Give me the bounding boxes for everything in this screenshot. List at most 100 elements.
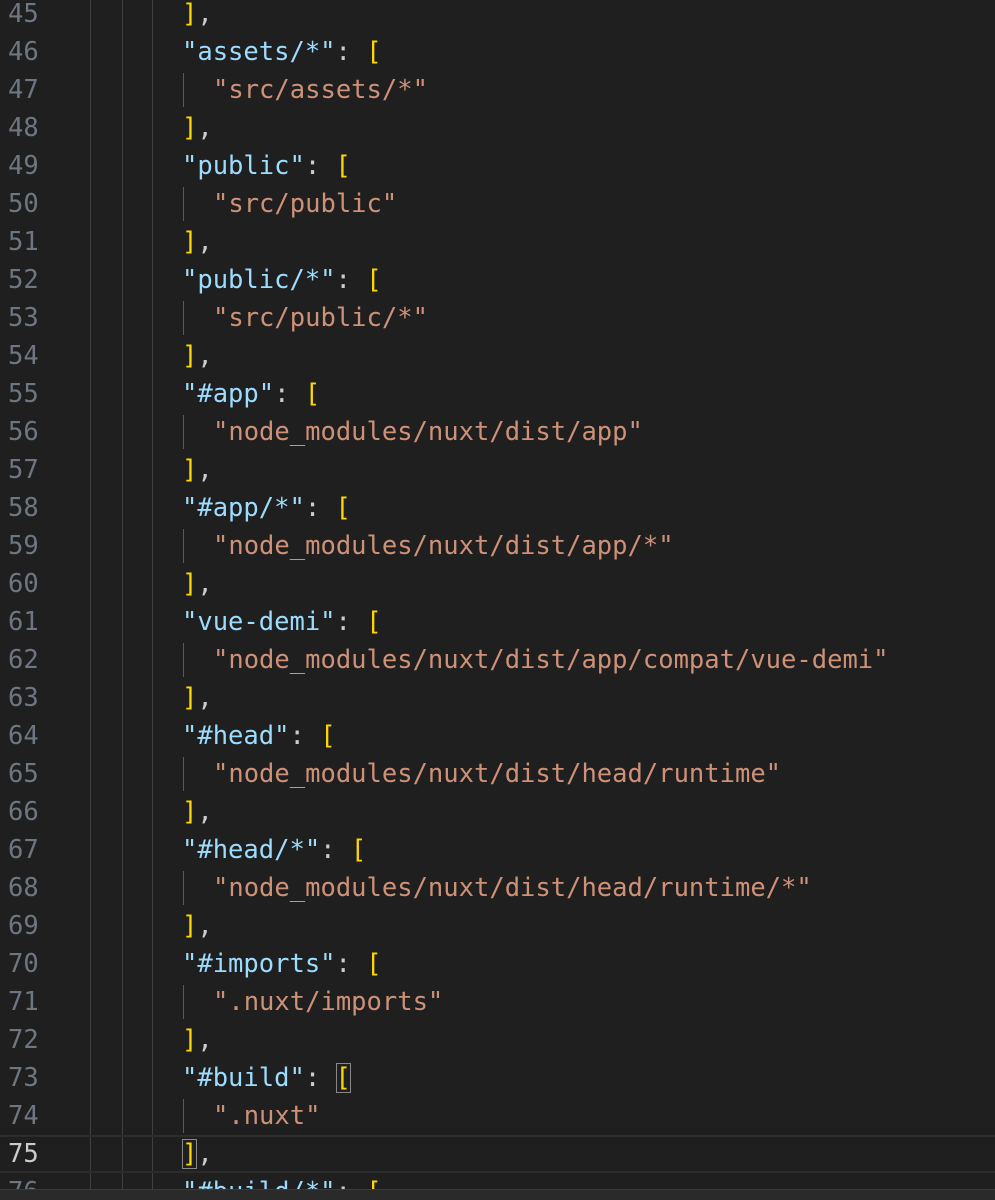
token-bracket: ]: [182, 1025, 198, 1055]
code-text: "node_modules/nuxt/dist/app/*": [213, 527, 674, 565]
line-number: 60: [8, 569, 39, 599]
line-number: 68: [8, 873, 39, 903]
token-punct: ,: [197, 0, 213, 29]
line-number: 69: [8, 911, 39, 941]
code-line[interactable]: 52 "public/*": [: [0, 261, 995, 299]
line-number: 61: [8, 607, 39, 637]
token-string: "node_modules/nuxt/dist/head/runtime/*": [213, 873, 812, 903]
token-punct: ,: [197, 911, 213, 941]
code-line[interactable]: 59 "node_modules/nuxt/dist/app/*": [0, 527, 995, 565]
indent-guide-inner: [183, 643, 184, 677]
token-bracket: [: [335, 151, 351, 181]
token-bracket: [: [304, 379, 321, 409]
line-number: 74: [8, 1101, 39, 1131]
line-number: 75: [8, 1139, 39, 1169]
line-number: 62: [8, 645, 39, 675]
code-line[interactable]: 58 "#app/*": [: [0, 489, 995, 527]
code-text: "#build": [: [182, 1059, 351, 1097]
code-line[interactable]: 66],: [0, 793, 995, 831]
line-number: 47: [8, 75, 39, 105]
code-text: "assets/*": [: [182, 33, 382, 71]
code-line[interactable]: 69],: [0, 907, 995, 945]
code-line[interactable]: 68 "node_modules/nuxt/dist/head/runtime/*…: [0, 869, 995, 907]
code-line[interactable]: 70 "#imports": [: [0, 945, 995, 983]
code-text: "#app": [: [182, 375, 320, 413]
code-line[interactable]: 65 "node_modules/nuxt/dist/head/runtime": [0, 755, 995, 793]
code-text: "public/*": [: [182, 261, 382, 299]
token-key: "#build": [182, 1063, 305, 1093]
token-punct: :: [335, 37, 367, 67]
code-line[interactable]: 45],: [0, 0, 995, 33]
code-line[interactable]: 71 ".nuxt/imports": [0, 983, 995, 1021]
line-number: 70: [8, 949, 39, 979]
code-text: ],: [182, 109, 213, 147]
line-number: 72: [8, 1025, 39, 1055]
code-line[interactable]: 54],: [0, 337, 995, 375]
code-text: ],: [182, 223, 213, 261]
token-string: ".nuxt": [213, 1101, 321, 1131]
code-line[interactable]: 47 "src/assets/*": [0, 71, 995, 109]
code-line[interactable]: 49 "public": [: [0, 147, 995, 185]
token-bracket: [: [366, 949, 382, 979]
line-number: 55: [8, 379, 39, 409]
indent-guide-inner: [183, 415, 184, 449]
code-line[interactable]: 60],: [0, 565, 995, 603]
code-text: "src/public": [213, 185, 397, 223]
indent-guide-inner: [183, 757, 184, 791]
line-number: 58: [8, 493, 39, 523]
token-punct: :: [289, 721, 321, 751]
token-bracket: ]: [182, 341, 198, 371]
token-bracket: ]: [182, 455, 198, 485]
code-line[interactable]: 56 "node_modules/nuxt/dist/app": [0, 413, 995, 451]
token-key: "#head/*": [182, 835, 321, 865]
token-bracket-match: [: [335, 1063, 351, 1093]
token-bracket: ]: [182, 113, 198, 143]
line-number: 66: [8, 797, 39, 827]
line-number: 51: [8, 227, 39, 257]
token-string: "node_modules/nuxt/dist/app/*": [213, 531, 674, 561]
code-line[interactable]: 67 "#head/*": [: [0, 831, 995, 869]
line-number: 54: [8, 341, 39, 371]
indent-guide-inner: [183, 529, 184, 563]
token-key: "#imports": [182, 949, 336, 979]
token-punct: ,: [197, 569, 213, 599]
code-line[interactable]: 75],: [0, 1135, 995, 1173]
code-line[interactable]: 74 ".nuxt": [0, 1097, 995, 1135]
token-bracket: ]: [182, 227, 198, 257]
token-punct: :: [304, 151, 336, 181]
token-key: "public": [182, 151, 305, 181]
code-line[interactable]: 51],: [0, 223, 995, 261]
token-key: "#head": [182, 721, 290, 751]
token-punct: :: [304, 1063, 336, 1093]
token-string: "src/assets/*": [213, 75, 428, 105]
indent-guide-inner: [183, 871, 184, 905]
code-line[interactable]: 48],: [0, 109, 995, 147]
token-punct: :: [335, 949, 367, 979]
token-punct: ,: [197, 227, 213, 257]
code-line[interactable]: 46 "assets/*": [: [0, 33, 995, 71]
code-line[interactable]: 57],: [0, 451, 995, 489]
token-punct: ,: [197, 683, 213, 713]
code-text: "vue-demi": [: [182, 603, 382, 641]
code-text: ],: [182, 1021, 213, 1059]
code-line[interactable]: 72],: [0, 1021, 995, 1059]
code-line[interactable]: 62 "node_modules/nuxt/dist/app/compat/vue…: [0, 641, 995, 679]
code-line[interactable]: 64 "#head": [: [0, 717, 995, 755]
token-key: "vue-demi": [182, 607, 336, 637]
code-line[interactable]: 50 "src/public": [0, 185, 995, 223]
line-number: 56: [8, 417, 39, 447]
code-text: "public": [: [182, 147, 351, 185]
code-text: "node_modules/nuxt/dist/head/runtime": [213, 755, 781, 793]
line-number: 53: [8, 303, 39, 333]
token-bracket: ]: [182, 0, 198, 29]
code-line[interactable]: 55 "#app": [: [0, 375, 995, 413]
line-number: 46: [8, 37, 39, 67]
token-string: ".nuxt/imports": [213, 987, 444, 1017]
code-editor[interactable]: 45], 46 "assets/*": [47 "src/assets/*" 48], 4…: [0, 0, 995, 1200]
line-number: 65: [8, 759, 39, 789]
code-line[interactable]: 73 "#build": [: [0, 1059, 995, 1097]
code-line[interactable]: 61 "vue-demi": [: [0, 603, 995, 641]
code-line[interactable]: 63],: [0, 679, 995, 717]
horizontal-scrollbar[interactable]: [0, 1189, 995, 1200]
code-line[interactable]: 53 "src/public/*": [0, 299, 995, 337]
